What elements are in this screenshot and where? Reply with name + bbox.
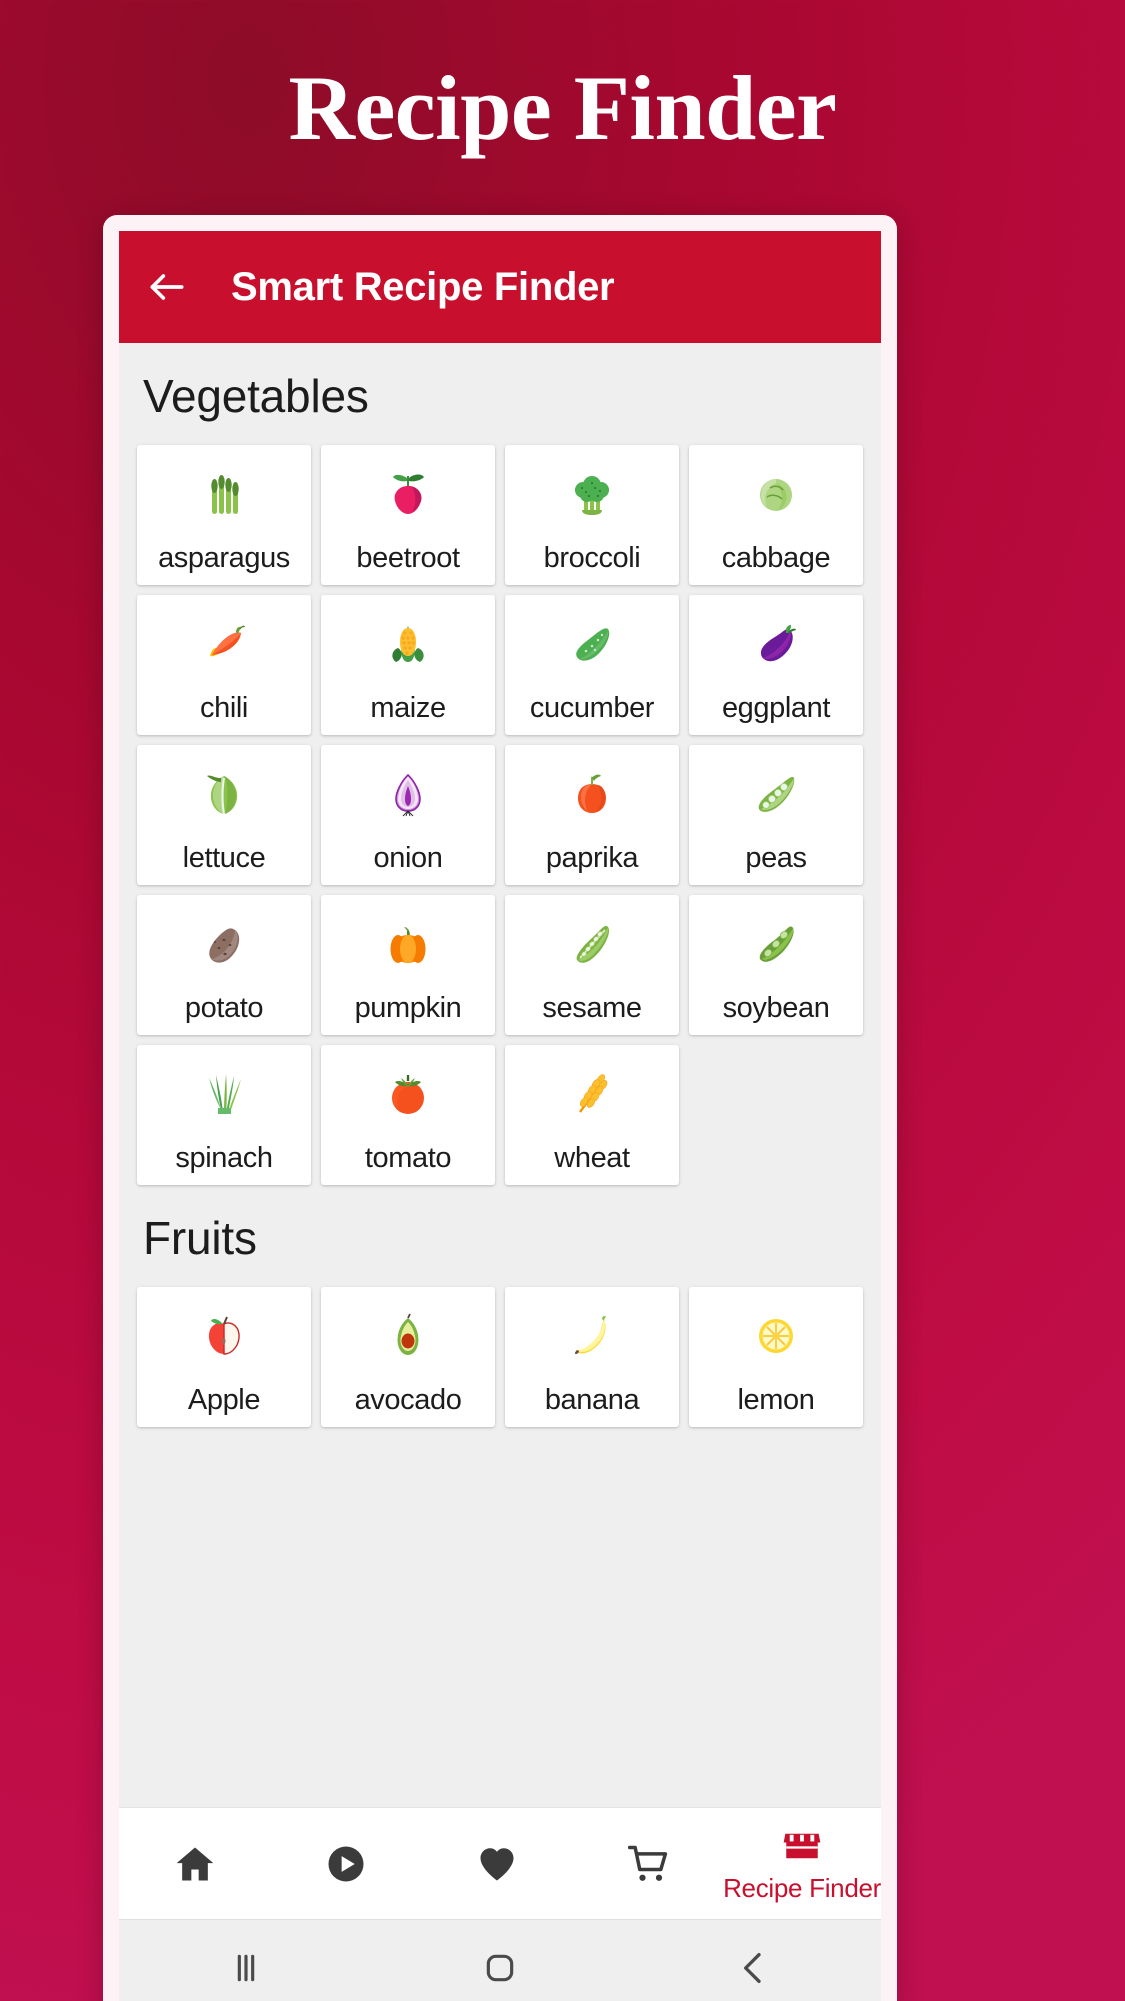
nav-item-play[interactable] (270, 1808, 421, 1919)
ingredient-card-sesame[interactable]: sesame (505, 895, 679, 1035)
chili-pepper-icon (200, 617, 248, 671)
section-header-fruits: Fruits (143, 1212, 257, 1264)
ingredient-label: avocado (354, 1384, 462, 1416)
ingredient-card-potato[interactable]: potato (137, 895, 311, 1035)
ingredient-card-soybean[interactable]: soybean (689, 895, 863, 1035)
potato-icon (200, 917, 248, 971)
play-circle-icon (325, 1841, 367, 1887)
ingredient-card-pumpkin[interactable]: pumpkin (321, 895, 495, 1035)
apple-icon (200, 1309, 248, 1363)
ingredient-card-cucumber[interactable]: cucumber (505, 595, 679, 735)
spinach-icon (200, 1067, 248, 1121)
ingredient-label: chili (200, 692, 248, 724)
broccoli-icon (568, 467, 616, 521)
ingredient-card-onion[interactable]: onion (321, 745, 495, 885)
home-square-icon[interactable] (440, 1920, 560, 2001)
android-system-bar (119, 1919, 881, 2001)
ingredient-label: cucumber (529, 692, 655, 724)
ingredient-card-apple[interactable]: Apple (137, 1287, 311, 1427)
corn-icon (384, 617, 432, 671)
ingredient-label: eggplant (721, 692, 831, 724)
ingredient-label: beetroot (356, 542, 460, 574)
lettuce-icon (200, 767, 248, 821)
nav-item-home[interactable] (119, 1808, 270, 1919)
ingredient-label: lemon (737, 1384, 815, 1416)
ingredient-card-avocado[interactable]: avocado (321, 1287, 495, 1427)
ingredient-card-paprika[interactable]: paprika (505, 745, 679, 885)
ingredient-label: spinach (175, 1142, 273, 1174)
ingredient-label: banana (544, 1384, 640, 1416)
asparagus-icon (200, 467, 248, 521)
home-icon (173, 1841, 217, 1887)
ingredient-label: maize (370, 692, 446, 724)
nav-item-recipe-finder[interactable]: Recipe Finder (723, 1808, 881, 1919)
heart-icon (475, 1841, 519, 1887)
ingredient-card-lettuce[interactable]: lettuce (137, 745, 311, 885)
ingredient-label: soybean (722, 992, 830, 1024)
ingredient-label: sesame (542, 992, 642, 1024)
ingredient-label: peas (745, 842, 807, 874)
ingredient-label: potato (184, 992, 264, 1024)
avocado-icon (384, 1309, 432, 1363)
onion-icon (384, 767, 432, 821)
peas-pod-icon (752, 767, 800, 821)
fruits-grid: Apple avocado banana lemon (119, 1287, 881, 1427)
nav-item-favorites[interactable] (421, 1808, 572, 1919)
ingredient-label: lettuce (182, 842, 266, 874)
ingredient-card-peas[interactable]: peas (689, 745, 863, 885)
ingredient-label: Apple (187, 1384, 261, 1416)
ingredient-scroll-area[interactable]: Vegetables asparagus beetroot broccoli c… (119, 343, 881, 1807)
ingredient-card-banana[interactable]: banana (505, 1287, 679, 1427)
ingredient-label: onion (373, 842, 443, 874)
ingredient-card-maize[interactable]: maize (321, 595, 495, 735)
ingredient-card-broccoli[interactable]: broccoli (505, 445, 679, 585)
nav-label-recipe-finder: Recipe Finder (723, 1873, 881, 1903)
cabbage-icon (752, 467, 800, 521)
ingredient-card-beetroot[interactable]: beetroot (321, 445, 495, 585)
back-arrow-icon[interactable] (145, 265, 189, 309)
ingredient-card-cabbage[interactable]: cabbage (689, 445, 863, 585)
ingredient-card-eggplant[interactable]: eggplant (689, 595, 863, 735)
app-bar-title: Smart Recipe Finder (231, 264, 615, 309)
bottom-navigation-bar: Recipe Finder (119, 1807, 881, 1919)
vegetables-grid: asparagus beetroot broccoli cabbage chil… (119, 445, 881, 1185)
app-screen: Smart Recipe Finder Vegetables asparagus (119, 231, 881, 2001)
eggplant-icon (752, 617, 800, 671)
sesame-pod-icon (568, 917, 616, 971)
pumpkin-icon (384, 917, 432, 971)
recents-icon[interactable] (186, 1920, 306, 2001)
ingredient-label: wheat (554, 1142, 630, 1174)
phone-frame: Smart Recipe Finder Vegetables asparagus (103, 215, 897, 2001)
ingredient-label: cabbage (721, 542, 831, 574)
cucumber-icon (568, 617, 616, 671)
tomato-icon (384, 1067, 432, 1121)
bell-pepper-icon (568, 767, 616, 821)
ingredient-label: asparagus (158, 542, 290, 574)
beetroot-icon (384, 467, 432, 521)
ingredient-card-asparagus[interactable]: asparagus (137, 445, 311, 585)
banana-icon (568, 1309, 616, 1363)
ingredient-label: tomato (364, 1142, 452, 1174)
ingredient-card-tomato[interactable]: tomato (321, 1045, 495, 1185)
ingredient-card-chili[interactable]: chili (137, 595, 311, 735)
ingredient-card-wheat[interactable]: wheat (505, 1045, 679, 1185)
section-header-vegetables: Vegetables (143, 370, 369, 422)
app-bar: Smart Recipe Finder (119, 231, 881, 343)
nav-item-cart[interactable] (572, 1808, 723, 1919)
ingredient-label: broccoli (543, 542, 641, 574)
back-chevron-icon[interactable] (694, 1920, 814, 2001)
lemon-icon (752, 1309, 800, 1363)
ingredient-label: paprika (545, 842, 639, 874)
ingredient-label: pumpkin (354, 992, 462, 1024)
soybean-pod-icon (752, 917, 800, 971)
ingredient-card-spinach[interactable]: spinach (137, 1045, 311, 1185)
page-title: Recipe Finder (288, 57, 837, 159)
store-icon (781, 1823, 823, 1869)
ingredient-card-lemon[interactable]: lemon (689, 1287, 863, 1427)
wheat-icon (568, 1067, 616, 1121)
shopping-cart-icon (626, 1841, 670, 1887)
